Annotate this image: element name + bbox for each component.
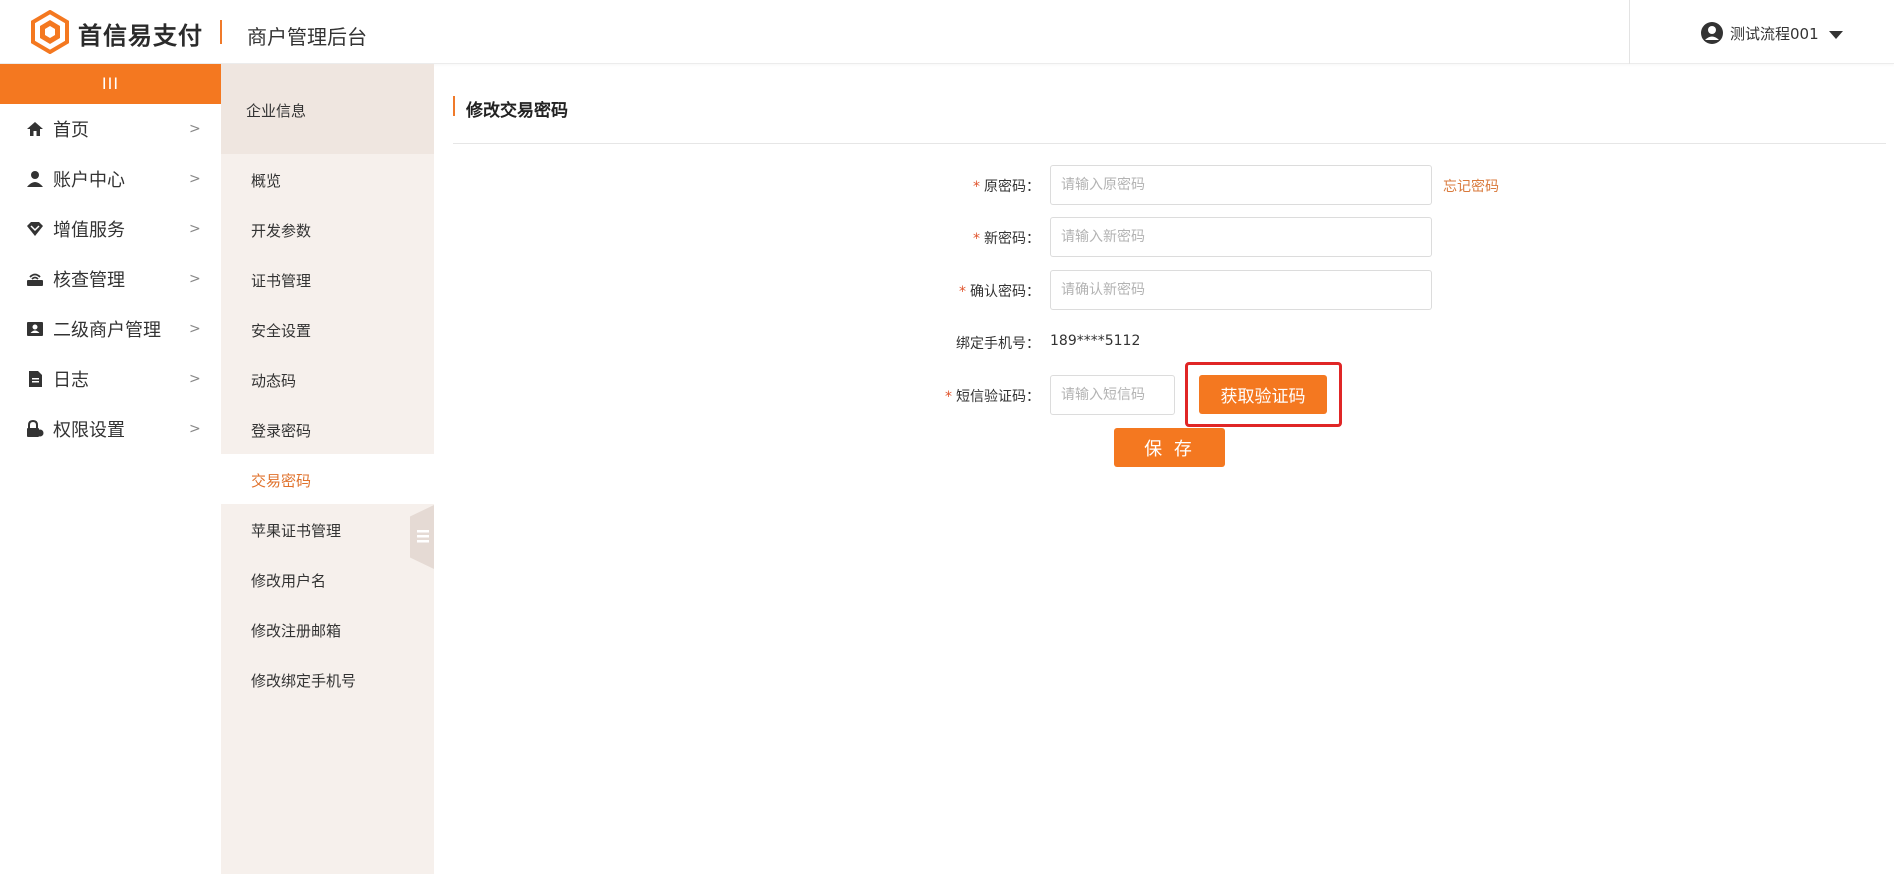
chevron-right-icon: > <box>189 221 201 237</box>
sidebar-item-account[interactable]: 账户中心 > <box>0 154 221 204</box>
subnav-item-label: 修改用户名 <box>251 572 327 590</box>
subnav-item-change-phone[interactable]: 修改绑定手机号 <box>221 654 434 704</box>
router-icon <box>27 273 43 286</box>
sms-code-label-text: 短信验证码： <box>956 389 1040 405</box>
confirm-password-label: * 确认密码： <box>880 281 1040 301</box>
chevron-right-icon: > <box>189 271 201 287</box>
subnav-item-label: 证书管理 <box>251 272 312 290</box>
app-subtitle: 商户管理后台 <box>247 25 367 49</box>
subnav-item-label: 修改绑定手机号 <box>251 672 357 690</box>
sidebar-item-label: 日志 <box>53 370 89 391</box>
confirm-password-input[interactable] <box>1050 270 1432 310</box>
sidebar-collapse-toggle[interactable]: III <box>0 64 221 104</box>
sms-code-label: * 短信验证码： <box>880 386 1040 406</box>
caret-down-icon <box>1828 30 1843 39</box>
old-password-label: * 原密码： <box>880 176 1040 196</box>
new-password-input[interactable] <box>1050 217 1432 257</box>
phone-label: 绑定手机号： <box>956 336 1040 352</box>
sidebar-item-label: 核查管理 <box>53 270 125 291</box>
sidebar: III 首页 > 账户中心 > 增值服务 > 核查管理 > 二级商户管理 > 日… <box>0 64 221 874</box>
lock-icon <box>27 420 44 437</box>
top-header: 首信易支付 商户管理后台 测试流程001 <box>0 0 1894 64</box>
old-password-input[interactable] <box>1050 165 1432 205</box>
subnav-item-change-email[interactable]: 修改注册邮箱 <box>221 604 434 654</box>
phone-value: 189****5112 <box>1050 333 1141 349</box>
sidebar-item-label: 权限设置 <box>53 420 125 441</box>
id-card-icon <box>27 322 43 336</box>
old-password-label-text: 原密码： <box>984 179 1040 195</box>
menu-lines-icon <box>417 530 429 543</box>
user-icon <box>27 171 43 187</box>
sidebar-item-value-added[interactable]: 增值服务 > <box>0 204 221 254</box>
sms-code-input[interactable] <box>1050 375 1175 415</box>
subnav-item-label: 修改注册邮箱 <box>251 622 342 640</box>
header-right-divider <box>1629 0 1630 64</box>
required-mark: * <box>973 179 980 195</box>
home-icon <box>27 122 43 136</box>
save-button[interactable]: 保 存 <box>1114 428 1225 467</box>
brand-name: 首信易支付 <box>78 22 203 50</box>
confirm-password-label-text: 确认密码： <box>970 284 1040 300</box>
sidebar-item-permissions[interactable]: 权限设置 > <box>0 404 221 454</box>
subnav-item-label: 概览 <box>251 172 282 190</box>
chevron-right-icon: > <box>189 371 201 387</box>
chevron-right-icon: > <box>189 321 201 337</box>
required-mark: * <box>973 231 980 247</box>
subnav-item-dynamic-code[interactable]: 动态码 <box>221 354 434 404</box>
sidebar-item-verification[interactable]: 核查管理 > <box>0 254 221 304</box>
title-accent-bar <box>453 96 455 116</box>
sidebar-item-label: 二级商户管理 <box>53 320 161 341</box>
subnav-item-apple-certificates[interactable]: 苹果证书管理 <box>221 504 434 554</box>
get-code-button[interactable]: 获取验证码 <box>1199 375 1327 414</box>
user-menu[interactable]: 测试流程001 <box>1700 21 1843 45</box>
chevron-right-icon: > <box>189 171 201 187</box>
title-divider <box>453 143 1886 144</box>
subnav-item-label: 登录密码 <box>251 422 312 440</box>
new-password-label: * 新密码： <box>880 228 1040 248</box>
header-divider <box>220 20 222 44</box>
new-password-label-text: 新密码： <box>984 231 1040 247</box>
subnav-item-dev-params[interactable]: 开发参数 <box>221 204 434 254</box>
subnav-item-label: 交易密码 <box>251 472 312 490</box>
diamond-icon <box>27 222 43 236</box>
document-icon <box>29 371 42 387</box>
subnav-item-label: 动态码 <box>251 372 297 390</box>
sub-navigation: 企业信息 概览 开发参数 证书管理 安全设置 动态码 登录密码 交易密码 苹果证… <box>221 64 434 874</box>
subnav-item-label: 开发参数 <box>251 222 312 240</box>
sidebar-item-label: 增值服务 <box>53 220 125 241</box>
subnav-item-transaction-password[interactable]: 交易密码 <box>221 454 434 504</box>
subnav-item-change-username[interactable]: 修改用户名 <box>221 554 434 604</box>
subnav-header-label: 企业信息 <box>246 102 307 120</box>
required-mark: * <box>945 389 952 405</box>
user-avatar-icon <box>1701 22 1723 44</box>
user-name: 测试流程001 <box>1730 24 1819 43</box>
chevron-right-icon: > <box>189 121 201 137</box>
sidebar-item-log[interactable]: 日志 > <box>0 354 221 404</box>
subnav-item-security[interactable]: 安全设置 <box>221 304 434 354</box>
sidebar-item-label: 首页 <box>53 120 89 141</box>
chevron-right-icon: > <box>189 421 201 437</box>
sidebar-item-label: 账户中心 <box>53 170 125 191</box>
subnav-item-label: 安全设置 <box>251 322 312 340</box>
sidebar-item-sub-merchant[interactable]: 二级商户管理 > <box>0 304 221 354</box>
required-mark: * <box>959 284 966 300</box>
subnav-item-certificates[interactable]: 证书管理 <box>221 254 434 304</box>
subnav-item-overview[interactable]: 概览 <box>221 154 434 204</box>
forgot-password-link[interactable]: 忘记密码 <box>1443 176 1499 196</box>
logo-icon <box>31 10 69 54</box>
subnav-item-label: 苹果证书管理 <box>251 522 342 540</box>
subnav-header: 企业信息 <box>221 64 434 154</box>
subnav-item-login-password[interactable]: 登录密码 <box>221 404 434 454</box>
sidebar-item-home[interactable]: 首页 > <box>0 104 221 154</box>
page-title: 修改交易密码 <box>466 101 568 121</box>
